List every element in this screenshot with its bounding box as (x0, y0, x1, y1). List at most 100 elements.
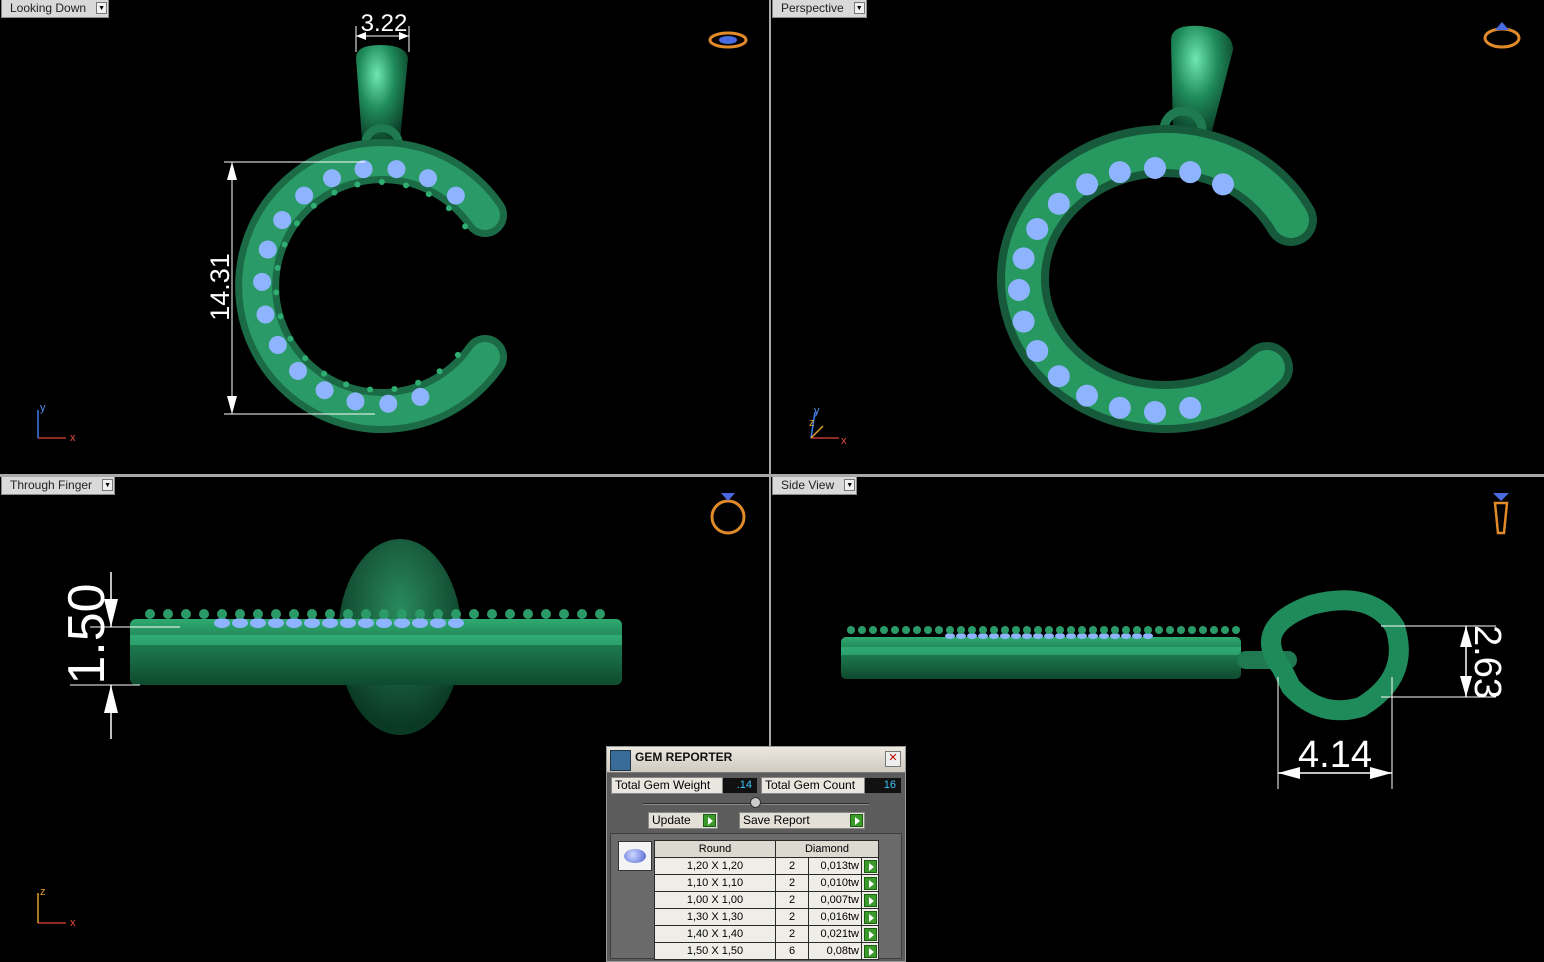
prong-bead (1012, 626, 1020, 634)
gem-stone (1008, 279, 1030, 301)
viewport-looking-down[interactable]: 3.22 14.31 x y Looking Down ▼ (0, 0, 769, 474)
row-arrow-icon[interactable] (863, 876, 877, 890)
gem-count-cell: 6 (775, 942, 809, 960)
dropdown-arrow-icon[interactable]: ▼ (853, 2, 865, 14)
dropdown-arrow-icon[interactable]: ▼ (96, 2, 108, 14)
prong-bead (979, 626, 987, 634)
gem-size-cell: 1,00 X 1,00 (654, 891, 776, 909)
prong-bead (1089, 626, 1097, 634)
dim-thickness-label: 1.50 (58, 583, 116, 684)
gem-weight-cell: 0,013tw (808, 857, 862, 875)
gem-weight-cell: 0,021tw (808, 925, 862, 943)
row-arrow-icon[interactable] (863, 893, 877, 907)
row-arrow-icon[interactable] (863, 944, 877, 958)
viewport-tab-through-finger[interactable]: Through Finger ▼ (1, 477, 116, 495)
prong-bead (1045, 626, 1053, 634)
save-report-button[interactable]: Save Report (739, 812, 865, 829)
prong-bead (287, 335, 294, 342)
prong-bead (445, 205, 452, 212)
round-gem-icon[interactable] (618, 841, 652, 871)
gem-table: Round Diamond 1,20 X 1,20 2 0,013tw 1,10 X… (654, 840, 879, 960)
gem-stone (1108, 396, 1131, 419)
gem-stone (323, 169, 342, 188)
gem-stone (1047, 365, 1070, 388)
view-pen-icon[interactable] (1493, 493, 1509, 535)
dim-bail-width-label: 4.14 (1298, 734, 1372, 776)
gem-stone (295, 186, 314, 205)
prong-bead (277, 313, 284, 320)
gem-reporter-panel: GEM REPORTER ✕ Total Gem Weight .14 Tota… (606, 746, 906, 962)
gem-stone (250, 618, 266, 628)
prong-bead (595, 609, 605, 619)
gem-stone (1012, 247, 1035, 270)
viewport-tab-label: Looking Down (10, 1, 87, 15)
row-arrow-icon[interactable] (863, 927, 877, 941)
perspective-scene: x y z (809, 22, 1521, 447)
prong-bead (302, 355, 309, 362)
dim-height-label: 14.31 (205, 253, 235, 321)
prong-bead (415, 379, 422, 386)
prong-bead (1221, 626, 1229, 634)
close-icon[interactable]: ✕ (885, 751, 901, 767)
viewport-tab-looking-down[interactable]: Looking Down ▼ (1, 0, 110, 18)
gem-weight-cell: 0,010tw (808, 874, 862, 892)
crescent-side-bar (841, 637, 1241, 679)
prong-bead (957, 626, 965, 634)
prong-bead (325, 609, 335, 619)
gem-stone (315, 381, 334, 400)
viewport-perspective[interactable]: x y z Perspective ▼ (771, 0, 1544, 474)
viewport-tab-side-view[interactable]: Side View ▼ (772, 477, 858, 495)
collapse-knob-icon[interactable] (750, 797, 761, 808)
gem-stone (430, 618, 446, 628)
gem-stone (1026, 340, 1049, 362)
gem-size-cell: 1,30 X 1,30 (654, 908, 776, 926)
prong-bead (1155, 626, 1163, 634)
row-arrow-icon[interactable] (863, 910, 877, 924)
view-ring-icon[interactable] (710, 493, 746, 535)
gem-stone (268, 618, 284, 628)
gem-stone (289, 361, 308, 380)
update-button[interactable]: Update (648, 812, 718, 829)
view-ring-icon[interactable] (1483, 22, 1521, 49)
dim-arrow (1370, 767, 1392, 779)
prong-bead (1034, 626, 1042, 634)
table-header-material: Diamond (775, 840, 879, 858)
prong-bead (968, 626, 976, 634)
gem-stone (412, 618, 428, 628)
gem-reporter-titlebar[interactable]: GEM REPORTER ✕ (607, 747, 905, 773)
gem-count-cell: 2 (775, 857, 809, 875)
row-action-cell (861, 942, 879, 960)
prong-bead (1056, 626, 1064, 634)
prong-bead (891, 626, 899, 634)
prong-bead (847, 626, 855, 634)
prong-bead (913, 626, 921, 634)
view-ring-icon[interactable] (708, 31, 748, 49)
dropdown-arrow-icon[interactable]: ▼ (844, 479, 856, 491)
prong-bead (343, 609, 353, 619)
viewport-divider-horizontal[interactable] (0, 474, 1544, 477)
gem-size-cell: 1,10 X 1,10 (654, 874, 776, 892)
prong-bead (367, 386, 374, 393)
dim-arrow (227, 162, 237, 180)
gem-stone (1108, 161, 1131, 184)
gem-weight-cell: 0,08tw (808, 942, 862, 960)
dropdown-arrow-icon[interactable]: ▼ (102, 479, 114, 491)
gem-stone (273, 211, 292, 230)
total-gem-count-label: Total Gem Count (761, 777, 865, 794)
dim-arrow (104, 685, 118, 713)
total-gem-count-value: 16 (865, 778, 901, 793)
table-row: 1,10 X 1,10 2 0,010tw (654, 874, 879, 892)
gem-table-area: Round Diamond 1,20 X 1,20 2 0,013tw 1,10 X… (610, 833, 902, 960)
gem-stone (387, 160, 406, 179)
viewport-tab-perspective[interactable]: Perspective ▼ (772, 0, 867, 18)
prong-bead (1067, 626, 1075, 634)
viewport-tab-label: Through Finger (10, 478, 93, 492)
prong-bead (880, 626, 888, 634)
prong-bead (505, 609, 515, 619)
axis-y-label: y (814, 405, 820, 417)
prong-bead (199, 609, 209, 619)
prong-bead (1188, 626, 1196, 634)
row-arrow-icon[interactable] (863, 859, 877, 873)
prong-bead (1210, 626, 1218, 634)
gem-stone (1076, 384, 1098, 407)
